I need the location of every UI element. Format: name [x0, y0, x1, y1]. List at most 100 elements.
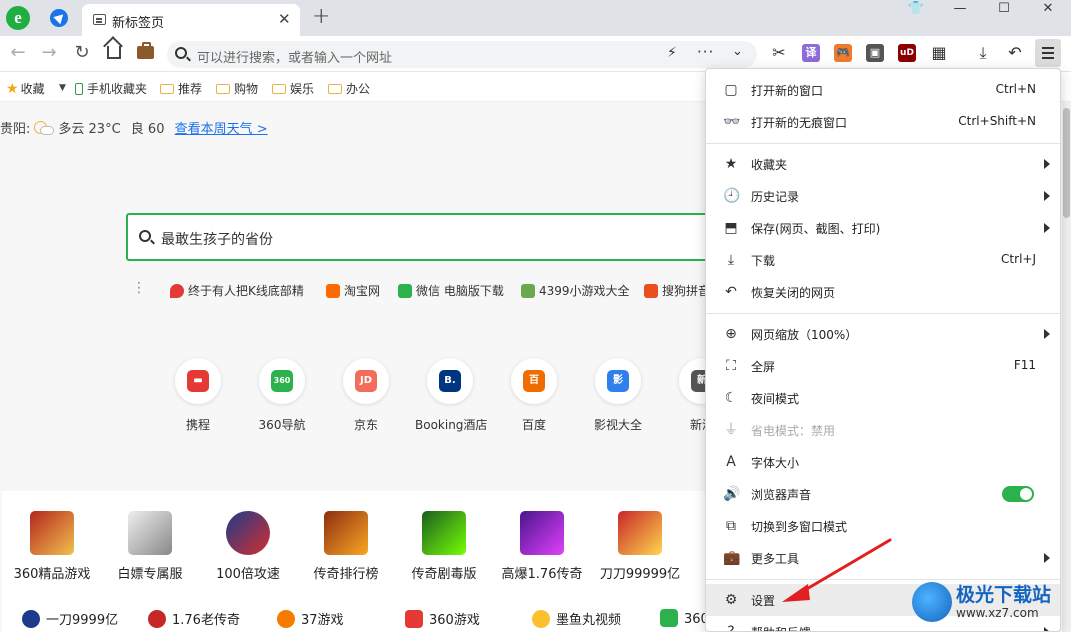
chevron-down-icon[interactable]: ⌄: [732, 44, 743, 59]
site-tile-video[interactable]: 影 影视大全: [583, 358, 653, 433]
game-tile[interactable]: 传奇排行榜: [301, 511, 391, 582]
undo-icon[interactable]: ↶: [1004, 42, 1026, 64]
menu-item-restore[interactable]: ↶ 恢复关闭的网页: [706, 276, 1060, 308]
hotword-item[interactable]: 终于有人把K线底部精: [170, 282, 304, 299]
site-label: 新浪: [689, 418, 710, 432]
download-icon[interactable]: ⤓: [972, 42, 994, 64]
scrollbar-thumb[interactable]: [1063, 108, 1070, 218]
site-tile-360nav[interactable]: 360 360导航: [247, 358, 317, 433]
game-tile[interactable]: 高爆1.76传奇: [497, 511, 587, 582]
game-icon[interactable]: 🎮: [834, 44, 852, 62]
menu-item-history[interactable]: 🕘 历史记录: [706, 180, 1060, 212]
sound-toggle[interactable]: [1002, 486, 1034, 502]
site-tile-ctrip[interactable]: ▬ 携程: [163, 358, 233, 433]
menu-shortcut: Ctrl+Shift+N: [958, 114, 1036, 128]
page-scrollbar[interactable]: [1062, 102, 1071, 632]
skin-icon[interactable]: 👕: [894, 0, 938, 18]
menu-item-new-incognito[interactable]: 👓 打开新的无痕窗口 Ctrl+Shift+N: [706, 106, 1060, 138]
site-tile-booking[interactable]: B. Booking酒店: [415, 358, 488, 433]
pinned-tab-icon[interactable]: [50, 9, 68, 27]
hotword-item[interactable]: 淘宝网: [326, 282, 380, 299]
reader-icon[interactable]: ▣: [866, 44, 884, 62]
submenu-arrow-icon: [1044, 627, 1050, 631]
address-bar[interactable]: 可以进行搜索，或者输入一个网址 ⚡ ··· ⌄: [167, 41, 757, 68]
game-link[interactable]: 37游戏: [277, 609, 344, 628]
more-dots-icon[interactable]: ···: [697, 43, 714, 61]
speaker-icon: 🔊: [723, 486, 741, 502]
tab-new-tab[interactable]: 新标签页 ✕: [82, 4, 300, 36]
main-menu-button[interactable]: [1035, 39, 1061, 67]
submenu-arrow-icon: [1044, 159, 1050, 169]
bookmark-item-recommend[interactable]: 推荐: [160, 80, 202, 97]
game-tile[interactable]: 刀刀99999亿: [595, 511, 685, 582]
game-tile[interactable]: 360精品游戏: [7, 511, 97, 582]
submenu-arrow-icon: [1044, 329, 1050, 339]
home-icon[interactable]: [107, 46, 121, 59]
site-tile-jd[interactable]: JD 京东: [331, 358, 401, 433]
page-search-box[interactable]: 最敢生孩子的省份: [126, 213, 710, 261]
apps-icon[interactable]: ▦: [928, 42, 950, 64]
bookmark-item-shopping[interactable]: 购物: [216, 80, 258, 97]
hotword-item[interactable]: 4399小游戏大全: [521, 282, 630, 299]
game-tile[interactable]: 100倍攻速: [203, 511, 293, 582]
site-tile-baidu[interactable]: 百 百度: [499, 358, 569, 433]
toolbox-icon[interactable]: [137, 42, 154, 59]
menu-item-new-window[interactable]: ▢ 打开新的窗口 Ctrl+N: [706, 74, 1060, 106]
menu-item-label: 更多工具: [751, 552, 800, 566]
weather-week-link[interactable]: 查看本周天气 >: [175, 122, 268, 137]
ublock-icon[interactable]: uD: [898, 44, 916, 62]
game-tile[interactable]: 白嫖专属服: [105, 511, 195, 582]
forward-button[interactable]: →: [38, 42, 60, 64]
game-label: 白嫖专属服: [117, 567, 183, 582]
menu-item-font-size[interactable]: A 字体大小: [706, 446, 1060, 478]
translate-icon[interactable]: 译: [802, 44, 820, 62]
menu-item-favorites[interactable]: ★ 收藏夹: [706, 148, 1060, 180]
game-link[interactable]: 一刀9999亿: [22, 609, 118, 628]
watermark-url: www.xz7.com: [956, 606, 1039, 620]
menu-item-zoom[interactable]: ⊕ 网页缩放（100%）: [706, 318, 1060, 350]
site-icon-circle: B.: [427, 358, 473, 404]
hotword-item[interactable]: 微信 电脑版下载: [398, 282, 504, 299]
download-icon: ⤓: [727, 252, 735, 268]
game-tile[interactable]: 传奇剧毒版: [399, 511, 489, 582]
game-link[interactable]: 360: [660, 609, 709, 627]
maximize-button[interactable]: ☐: [982, 0, 1026, 18]
tab-close-button[interactable]: ✕: [278, 10, 291, 28]
menu-item-fullscreen[interactable]: ⛶ 全屏 F11: [706, 350, 1060, 382]
browser-logo-icon[interactable]: e: [6, 6, 30, 30]
hotword-item[interactable]: 搜狗拼音: [644, 282, 710, 299]
reload-button[interactable]: ↻: [71, 42, 93, 64]
bookmark-item-office[interactable]: 办公: [328, 80, 370, 97]
menu-item-save[interactable]: ⬒ 保存(网页、截图、打印): [706, 212, 1060, 244]
close-window-button[interactable]: ✕: [1026, 0, 1070, 18]
bookmark-item-entertainment[interactable]: 娱乐: [272, 80, 314, 97]
scissors-icon[interactable]: ✂: [768, 42, 790, 64]
menu-item-sound[interactable]: 🔊 浏览器声音: [706, 478, 1060, 510]
menu-divider: [706, 143, 1060, 144]
menu-item-more-tools[interactable]: 💼 更多工具: [706, 542, 1060, 574]
back-button[interactable]: ←: [7, 42, 29, 64]
game-link[interactable]: 360游戏: [405, 609, 480, 628]
game-link[interactable]: 墨鱼丸视频: [532, 609, 621, 628]
menu-item-night-mode[interactable]: ☾ 夜间模式: [706, 382, 1060, 414]
game-label: 刀刀99999亿: [599, 567, 681, 582]
minimize-button[interactable]: —: [938, 0, 982, 18]
bookmark-item-mobile[interactable]: 手机收藏夹: [75, 80, 147, 97]
site-label: Booking酒店: [415, 418, 488, 432]
bookmark-dropdown-icon[interactable]: ▼: [59, 83, 66, 93]
submenu-arrow-icon: [1044, 553, 1050, 563]
bookmark-favorites[interactable]: ★ 收藏: [6, 80, 45, 97]
game-link[interactable]: 1.76老传奇: [148, 609, 240, 628]
menu-item-download[interactable]: ⤓ 下载 Ctrl+J: [706, 244, 1060, 276]
site-tile-sina[interactable]: 新 新浪: [667, 358, 710, 433]
bolt-icon[interactable]: ⚡: [667, 45, 677, 61]
menu-item-multi-window[interactable]: ⧉ 切换到多窗口模式: [706, 510, 1060, 542]
taobao-icon: [326, 284, 340, 298]
menu-item-label: 夜间模式: [751, 392, 800, 406]
menu-shortcut: Ctrl+N: [995, 82, 1036, 96]
game-thumbnail: [618, 511, 662, 555]
multi-window-icon: ⧉: [726, 518, 736, 534]
plug-icon: ⏚: [724, 422, 738, 438]
new-tab-button[interactable]: +: [312, 4, 330, 29]
hotwords-more-icon[interactable]: ⋮: [132, 280, 146, 296]
